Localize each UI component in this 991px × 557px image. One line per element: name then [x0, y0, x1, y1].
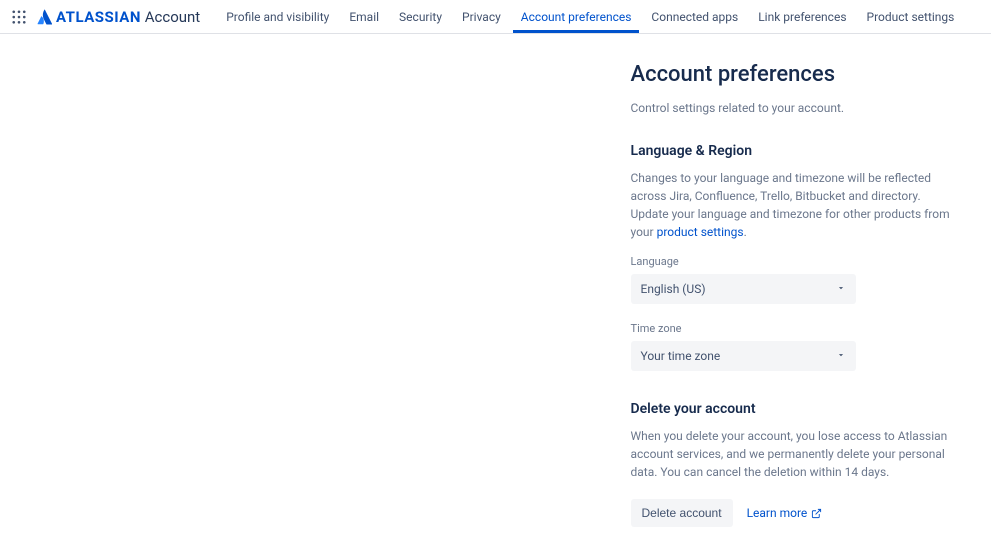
page-subtitle: Control settings related to your account…: [631, 101, 961, 115]
atlassian-logo-icon: [36, 9, 52, 25]
brand-account: Account: [145, 8, 201, 26]
page-title: Account preferences: [631, 62, 961, 87]
delete-desc: When you delete your account, you lose a…: [631, 427, 961, 481]
delete-title: Delete your account: [631, 401, 961, 417]
delete-actions: Delete account Learn more: [631, 499, 961, 527]
language-region-section: Language & Region Changes to your langua…: [631, 143, 961, 371]
chevron-down-icon: [836, 349, 846, 363]
brand-text: ATLASSIAN Account: [56, 8, 200, 26]
external-link-icon: [811, 508, 822, 519]
nav-item-security[interactable]: Security: [391, 0, 450, 33]
language-value: English (US): [641, 282, 706, 296]
nav-item-product-settings[interactable]: Product settings: [859, 0, 963, 33]
nav-item-email[interactable]: Email: [341, 0, 387, 33]
learn-more-link[interactable]: Learn more: [747, 506, 823, 520]
brand[interactable]: ATLASSIAN Account: [36, 8, 200, 26]
nav-item-connected-apps[interactable]: Connected apps: [643, 0, 746, 33]
delete-account-button[interactable]: Delete account: [631, 499, 733, 527]
brand-atlassian: ATLASSIAN: [56, 8, 141, 26]
main-content: Account preferences Control settings rel…: [11, 34, 981, 527]
lang-region-desc-after: .: [744, 225, 747, 239]
header: ATLASSIAN Account Profile and visibility…: [0, 0, 991, 34]
app-switcher-icon[interactable]: [10, 8, 28, 26]
lang-region-title: Language & Region: [631, 143, 961, 159]
delete-account-section: Delete your account When you delete your…: [631, 401, 961, 527]
learn-more-text: Learn more: [747, 506, 808, 520]
nav-item-privacy[interactable]: Privacy: [454, 0, 509, 33]
product-settings-link[interactable]: product settings: [657, 225, 744, 239]
chevron-down-icon: [836, 282, 846, 296]
timezone-label: Time zone: [631, 322, 961, 335]
nav-item-link-preferences[interactable]: Link preferences: [750, 0, 854, 33]
nav-item-profile-and-visibility[interactable]: Profile and visibility: [218, 0, 337, 33]
language-select[interactable]: English (US): [631, 274, 856, 304]
language-label: Language: [631, 255, 961, 268]
top-nav: Profile and visibilityEmailSecurityPriva…: [218, 0, 962, 33]
nav-item-account-preferences[interactable]: Account preferences: [513, 0, 640, 33]
timezone-select[interactable]: Your time zone: [631, 341, 856, 371]
timezone-value: Your time zone: [641, 349, 721, 363]
lang-region-desc: Changes to your language and timezone wi…: [631, 169, 961, 241]
